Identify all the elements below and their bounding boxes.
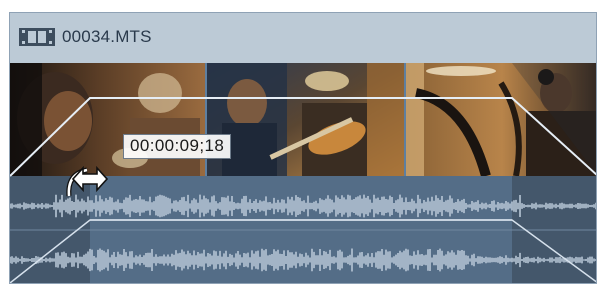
fade-handle-cursor-icon[interactable] <box>63 160 109 200</box>
thumbnail-2 <box>207 63 404 176</box>
waveform-channel <box>10 248 596 272</box>
thumbnail-3 <box>406 63 596 176</box>
timecode-tooltip: 00:00:09;18 <box>123 134 232 159</box>
timeline-clip[interactable]: 00034.MTS 00:00:09;18 <box>9 12 597 284</box>
clip-name: 00034.MTS <box>62 27 152 46</box>
film-strip-icon <box>19 28 55 46</box>
clip-header[interactable]: 00034.MTS <box>10 13 596 63</box>
